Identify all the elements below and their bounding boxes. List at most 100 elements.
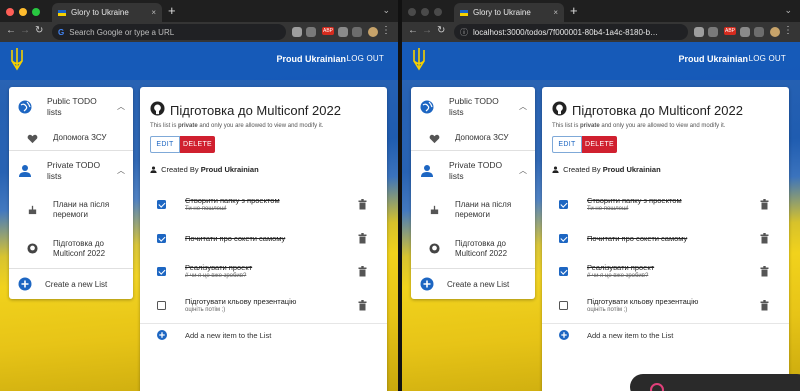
user-name: Proud Ukrainian [276,54,346,64]
sidebar-item-public[interactable]: Допомога ЗСУ [9,126,133,150]
sidebar-item-private[interactable]: Плани на після перемоги [9,190,133,229]
sidebar-item-private[interactable]: Плани на після перемоги [411,190,535,229]
profile-avatar[interactable] [770,27,780,37]
adblock-icon[interactable]: ABP [723,27,736,35]
todo-checkbox[interactable] [559,267,568,276]
privacy-text: This list is [150,123,179,129]
page-title: Підготовка до Multiconf 2022 [572,103,743,118]
create-list-label: Create a new List [45,279,108,289]
todo-checkbox[interactable] [157,301,166,310]
app-bar: Proud Ukrainian LOG OUT [402,42,800,80]
created-by-label: Created By [161,165,199,174]
chevron-up-icon[interactable]: ︿ [519,165,527,176]
heart-icon [429,134,440,143]
privacy-note: This list is private and only you are al… [552,123,725,129]
window-controls [408,8,442,16]
record-icon [650,383,664,391]
todo-item: Реалізувати проект // чи я це вже зробив… [542,257,789,291]
trash-icon[interactable] [358,233,367,244]
globe-icon [420,100,434,113]
todo-checkbox[interactable] [559,200,568,209]
new-tab-button[interactable]: + [168,3,176,19]
share-icon[interactable] [694,27,704,37]
address-bar[interactable]: G Search Google or type a URL [52,24,286,40]
create-list-button[interactable]: Create a new List [411,269,535,299]
delete-button[interactable]: DELETE [582,136,617,153]
todo-note: оцініть потім ;) [185,307,226,313]
address-bar[interactable]: ⓘ localhost:3000/todos/7f000001-80b4-1a4… [454,24,688,40]
minimize-window-button[interactable] [19,8,27,16]
share-icon[interactable] [292,27,302,37]
trash-icon[interactable] [760,266,769,277]
trash-icon[interactable] [760,199,769,210]
chevron-up-icon[interactable]: ︿ [117,165,125,176]
puzzle-icon[interactable] [740,27,750,37]
tab-search-chevron-icon[interactable]: ⌄ [784,5,792,16]
zoom-window-button[interactable] [434,8,442,16]
sidebar-toggle-icon[interactable] [352,27,362,37]
trash-icon[interactable] [358,266,367,277]
trash-icon[interactable] [760,233,769,244]
sidebar-item-private[interactable]: Підготовка до Multiconf 2022 [9,229,133,268]
trash-icon[interactable] [760,300,769,311]
add-circle-icon [559,330,569,340]
logout-button[interactable]: LOG OUT [749,54,786,63]
adblock-icon[interactable]: ABP [321,27,334,35]
add-item-label: Add a new item to the List [587,331,674,340]
sidebar-toggle-icon[interactable] [754,27,764,37]
puzzle-icon[interactable] [338,27,348,37]
tab-close-icon[interactable]: × [151,8,156,17]
zoom-window-button[interactable] [32,8,40,16]
public-lists-header[interactable]: Public TODO lists ︿ [9,87,133,126]
todo-checkbox[interactable] [559,234,568,243]
add-item-button[interactable]: Add a new item to the List [542,323,789,345]
globe-icon [18,100,32,113]
todo-checkbox[interactable] [157,234,166,243]
extension-icon[interactable] [306,27,316,37]
reload-icon[interactable]: ↻ [437,25,445,36]
menu-dots-icon[interactable]: ⋮ [783,25,793,36]
chevron-up-icon[interactable]: ︿ [519,101,527,112]
screen-recorder-overlay[interactable] [630,374,800,391]
chevron-up-icon[interactable]: ︿ [117,101,125,112]
todo-checkbox[interactable] [157,267,166,276]
sidebar-item-public[interactable]: Допомога ЗСУ [411,126,535,150]
todo-checkbox[interactable] [157,200,166,209]
public-lists-header[interactable]: Public TODO lists ︿ [411,87,535,126]
created-by: Created By Proud Ukrainian [552,165,661,174]
trash-icon[interactable] [358,199,367,210]
menu-dots-icon[interactable]: ⋮ [381,25,391,36]
back-arrow-icon[interactable]: ← [6,25,16,36]
browser-tab[interactable]: Glory to Ukraine × [454,3,564,22]
profile-avatar[interactable] [368,27,378,37]
logout-button[interactable]: LOG OUT [347,54,384,63]
back-arrow-icon[interactable]: ← [408,25,418,36]
forward-arrow-icon[interactable]: → [20,25,30,36]
private-lists-header[interactable]: Private TODO lists ︿ [9,151,133,190]
reload-icon[interactable]: ↻ [35,25,43,36]
delete-button[interactable]: DELETE [180,136,215,153]
forward-arrow-icon[interactable]: → [422,25,432,36]
todo-checkbox[interactable] [559,301,568,310]
sidebar-item-private[interactable]: Підготовка до Multiconf 2022 [411,229,535,268]
add-circle-icon [420,277,434,291]
tab-close-icon[interactable]: × [553,8,558,17]
browser-window-right: Glory to Ukraine × + ⌄ ← → ↻ ⓘ localhost… [402,0,800,391]
add-item-button[interactable]: Add a new item to the List [140,323,387,345]
tab-search-chevron-icon[interactable]: ⌄ [382,5,390,16]
browser-tab[interactable]: Glory to Ukraine × [52,3,162,22]
tab-bar: Glory to Ukraine × + ⌄ [0,0,398,22]
privacy-word: private [580,123,600,129]
bookmark-star-icon[interactable] [708,27,718,37]
private-lists-header[interactable]: Private TODO lists ︿ [411,151,535,190]
create-list-button[interactable]: Create a new List [9,269,133,299]
close-window-button[interactable] [408,8,416,16]
minimize-window-button[interactable] [421,8,429,16]
close-window-button[interactable] [6,8,14,16]
info-icon: ⓘ [460,27,468,37]
edit-button[interactable]: EDIT [150,136,180,153]
trash-icon[interactable] [358,300,367,311]
sidebar-item-label: Підготовка до Multiconf 2022 [53,238,106,258]
new-tab-button[interactable]: + [570,3,578,19]
edit-button[interactable]: EDIT [552,136,582,153]
